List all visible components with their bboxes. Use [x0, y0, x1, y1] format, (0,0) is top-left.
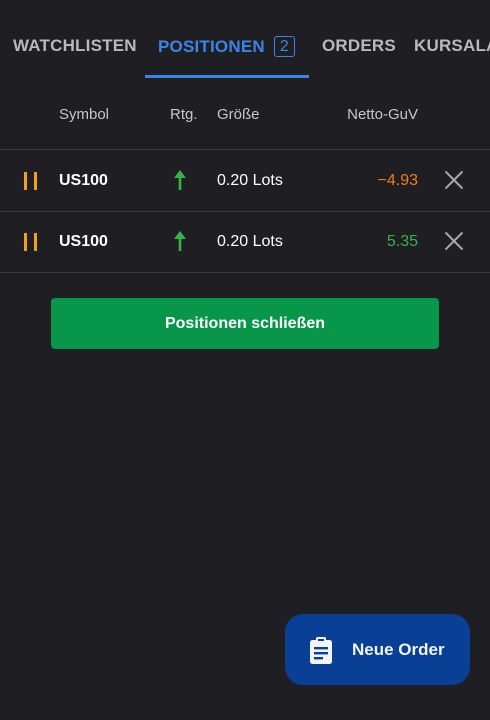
new-order-button[interactable]: Neue Order	[285, 614, 470, 685]
drag-handle-icon[interactable]	[24, 233, 38, 251]
position-pnl: −4.93	[377, 172, 418, 189]
column-header-symbol: Symbol	[59, 106, 110, 123]
position-symbol: US100	[59, 172, 108, 189]
close-position-icon[interactable]	[444, 170, 464, 190]
tab-orders[interactable]: ORDERS	[322, 36, 396, 56]
position-symbol: US100	[59, 233, 108, 250]
position-pnl: 5.35	[386, 233, 418, 250]
table-row[interactable]: US100 0.20 Lots 5.35	[0, 211, 490, 273]
positions-count-badge: 2	[273, 36, 295, 57]
tab-kursalarme[interactable]: KURSALA	[414, 36, 490, 56]
tab-watchlisten[interactable]: WATCHLISTEN	[13, 36, 137, 56]
arrow-up-icon	[174, 231, 186, 256]
arrow-up-icon	[174, 170, 186, 195]
close-positions-button[interactable]: Positionen schließen	[51, 298, 439, 349]
new-order-label: Neue Order	[352, 640, 445, 659]
drag-handle-icon[interactable]	[24, 172, 38, 190]
positions-table-header: Symbol Rtg. Größe Netto-GuV	[0, 78, 490, 150]
column-header-size: Größe	[217, 106, 260, 123]
clipboard-icon	[309, 636, 333, 669]
close-position-icon[interactable]	[444, 231, 464, 251]
table-row[interactable]: US100 0.20 Lots −4.93	[0, 150, 490, 212]
position-size: 0.20 Lots	[217, 172, 283, 189]
tab-positionen-label: POSITIONEN	[158, 37, 265, 56]
tab-bar: WATCHLISTEN POSITIONEN 2 ORDERS KURSALA	[0, 0, 490, 78]
column-header-pnl: Netto-GuV	[347, 106, 418, 123]
position-size: 0.20 Lots	[217, 233, 283, 250]
column-header-direction: Rtg.	[170, 106, 198, 123]
tab-positionen[interactable]: POSITIONEN 2	[158, 36, 295, 57]
